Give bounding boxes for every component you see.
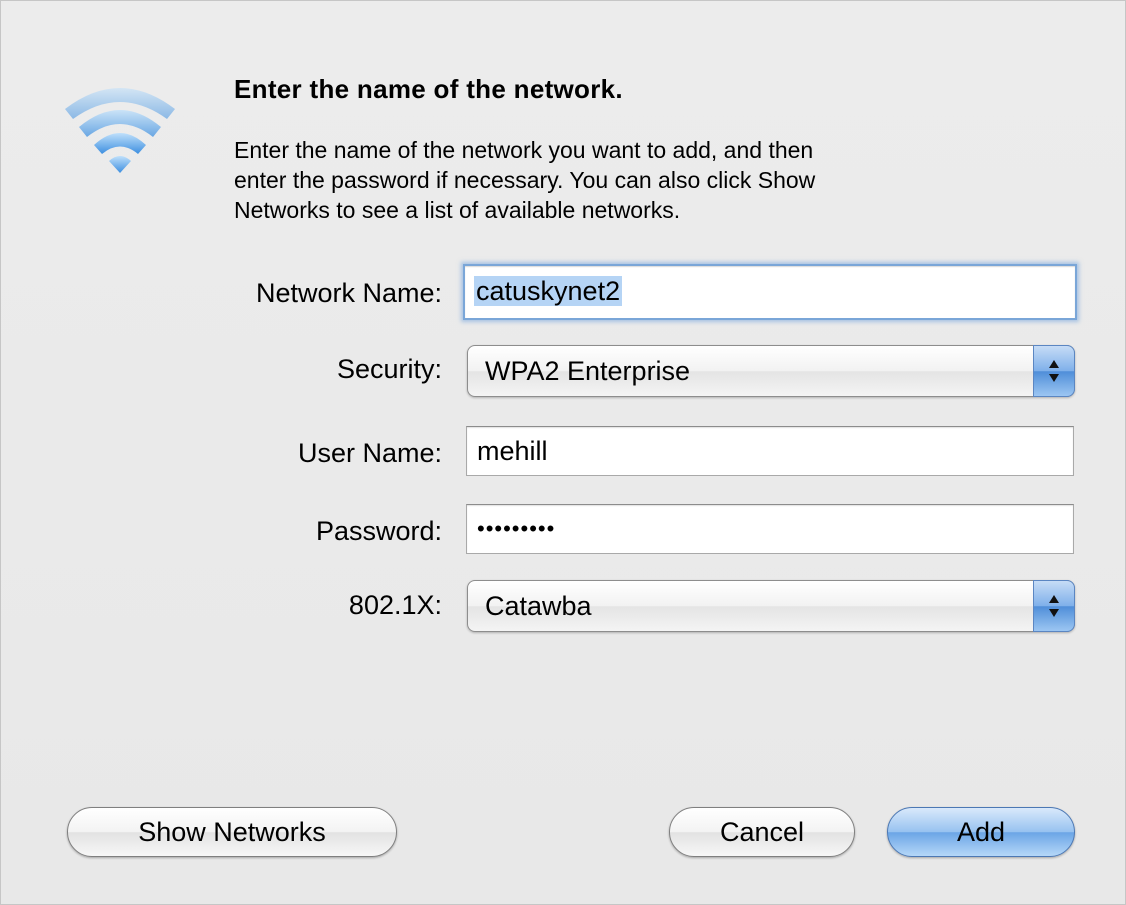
password-value: ••••••••• <box>477 516 556 541</box>
security-popup[interactable]: WPA2 Enterprise <box>467 345 1075 397</box>
network-name-field[interactable]: catuskynet2 <box>463 264 1077 320</box>
dialog-description: Enter the name of the network you want t… <box>234 135 1064 225</box>
updown-arrows-icon <box>1049 360 1059 382</box>
password-field[interactable]: ••••••••• <box>466 504 1074 554</box>
dot1x-popup[interactable]: Catawba <box>467 580 1075 632</box>
description-line: Enter the name of the network you want t… <box>234 137 814 163</box>
security-value: WPA2 Enterprise <box>485 356 691 386</box>
show-networks-button[interactable]: Show Networks <box>67 807 397 857</box>
user-name-value: mehill <box>477 436 548 466</box>
description-line: Networks to see a list of available netw… <box>234 197 681 223</box>
add-button[interactable]: Add <box>887 807 1075 857</box>
dot1x-value: Catawba <box>485 591 592 621</box>
cancel-button[interactable]: Cancel <box>669 807 855 857</box>
password-label: Password: <box>315 516 442 546</box>
user-name-label: User Name: <box>297 438 442 468</box>
description-line: enter the password if necessary. You can… <box>234 167 816 193</box>
add-network-dialog: Enter the name of the network. Enter the… <box>0 0 1126 905</box>
wifi-icon <box>65 88 175 173</box>
network-name-label: Network Name: <box>255 278 442 308</box>
updown-arrows-icon <box>1049 595 1059 617</box>
network-name-value: catuskynet2 <box>474 276 623 306</box>
dialog-heading: Enter the name of the network. <box>234 74 623 104</box>
security-label: Security: <box>336 354 442 384</box>
dot1x-label: 802.1X: <box>348 590 442 620</box>
user-name-field[interactable]: mehill <box>466 426 1074 476</box>
